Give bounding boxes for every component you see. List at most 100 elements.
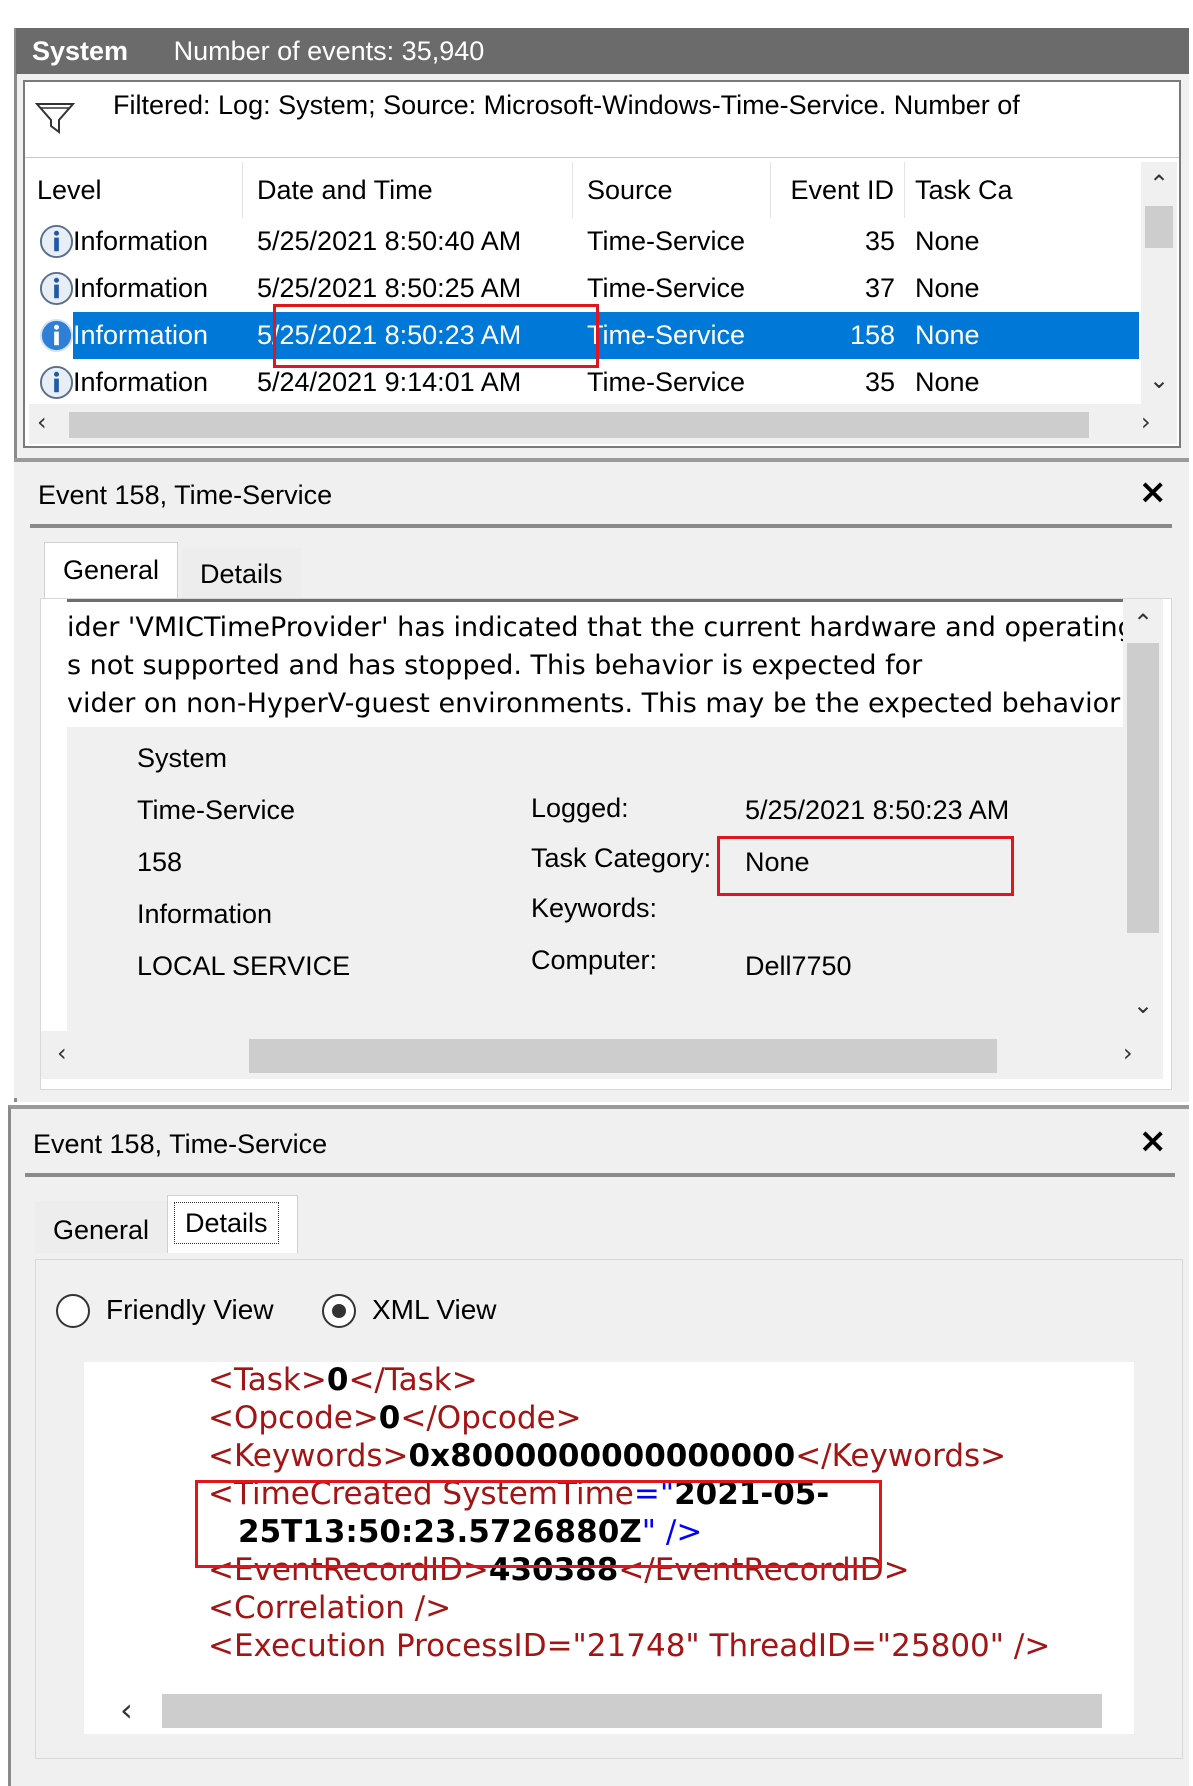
xml-equals: =" bbox=[633, 1476, 675, 1512]
table-row[interactable]: Information 5/25/2021 8:50:25 AM Time-Se… bbox=[29, 265, 1139, 312]
cell-task-category: None bbox=[915, 226, 980, 256]
tab-details[interactable]: Details bbox=[182, 548, 301, 598]
close-icon[interactable]: × bbox=[1139, 1121, 1168, 1161]
xml-line-correlation: <Correlation /> bbox=[208, 1590, 451, 1626]
scroll-left-arrow-icon[interactable]: ‹ bbox=[57, 1041, 67, 1065]
event-list-frame: Filtered: Log: System; Source: Microsoft… bbox=[23, 80, 1181, 448]
value-user: LOCAL SERVICE bbox=[137, 951, 351, 981]
friendly-view-radio[interactable] bbox=[56, 1294, 90, 1328]
event-detail-general-pane: Event 158, Time-Service × General Detail… bbox=[14, 458, 1189, 1098]
divider bbox=[25, 1173, 1175, 1177]
xml-line-timecreated-cont: 25T13:50:23.5726880Z" /> bbox=[238, 1514, 702, 1550]
column-header-task-category[interactable]: Task Ca bbox=[905, 162, 1139, 218]
detail-title: Event 158, Time-Service bbox=[33, 1129, 328, 1159]
table-row[interactable]: Information 5/25/2021 8:50:40 AM Time-Se… bbox=[29, 218, 1139, 265]
cell-source: Time-Service bbox=[587, 226, 746, 256]
scrollbar-thumb[interactable] bbox=[1145, 206, 1173, 248]
tab-details[interactable]: Details bbox=[167, 1195, 298, 1253]
xml-tag: </Opcode> bbox=[400, 1400, 582, 1436]
scrollbar-thumb[interactable] bbox=[69, 412, 1089, 438]
xml-tag: </Keywords> bbox=[795, 1438, 1007, 1474]
scroll-left-arrow-icon[interactable]: ‹ bbox=[120, 1694, 133, 1726]
cell-datetime: 5/25/2021 8:50:40 AM bbox=[257, 226, 522, 256]
xml-line-keywords: <Keywords>0x8000000000000000</Keywords> bbox=[208, 1438, 1006, 1474]
xml-tag-close: /> bbox=[656, 1514, 703, 1550]
information-icon bbox=[39, 271, 74, 306]
xml-tag: <Opcode> bbox=[208, 1400, 379, 1436]
cell-event-id: 37 bbox=[864, 273, 895, 303]
detail-title: Event 158, Time-Service bbox=[38, 480, 333, 510]
xml-tag: <TimeCreated bbox=[208, 1476, 433, 1512]
xml-attribute: SystemTime bbox=[432, 1476, 634, 1512]
general-horizontal-scrollbar[interactable]: ‹ › bbox=[41, 1031, 1163, 1079]
event-properties: System Time-Service 158 Information LOCA… bbox=[67, 727, 1149, 1031]
scroll-down-arrow-icon[interactable]: ⌄ bbox=[1133, 993, 1153, 1017]
xml-view-label[interactable]: XML View bbox=[372, 1294, 497, 1326]
message-line: vider on non-HyperV-guest environments. … bbox=[67, 688, 1149, 719]
xml-tag: <Execution ProcessID="21748" ThreadID="2… bbox=[208, 1628, 1051, 1664]
cell-event-id: 35 bbox=[864, 226, 895, 256]
scroll-up-arrow-icon[interactable]: ⌃ bbox=[1149, 172, 1169, 196]
message-line: ider 'VMICTimeProvider' has indicated th… bbox=[67, 612, 1135, 643]
scroll-down-arrow-icon[interactable]: ⌄ bbox=[1149, 368, 1169, 392]
details-tab-content: Friendly View XML View <Task>0</Task> <O… bbox=[35, 1259, 1183, 1759]
cell-level: Information bbox=[73, 320, 209, 350]
scroll-up-arrow-icon[interactable]: ⌃ bbox=[1133, 611, 1153, 635]
information-icon bbox=[39, 318, 74, 353]
cell-level: Information bbox=[73, 226, 209, 256]
table-row[interactable]: Information 5/24/2021 9:14:01 AM Time-Se… bbox=[29, 359, 1139, 404]
cell-level: Information bbox=[73, 273, 209, 303]
xml-tag: <Keywords> bbox=[208, 1438, 409, 1474]
log-header: System Number of events: 35,940 bbox=[16, 28, 1189, 74]
column-header-level[interactable]: Level bbox=[29, 162, 243, 218]
xml-quote: " bbox=[641, 1514, 657, 1550]
xml-line-execution-partial: <Execution ProcessID="21748" ThreadID="2… bbox=[208, 1628, 1050, 1664]
xml-line-task: <Task>0</Task> bbox=[208, 1362, 478, 1398]
label-logged: Logged: bbox=[531, 793, 629, 823]
tab-details-label: Details bbox=[174, 1202, 279, 1244]
event-list-horizontal-scrollbar[interactable]: ‹ › bbox=[29, 404, 1177, 444]
value-event-id: 158 bbox=[137, 847, 183, 877]
xml-tag: </EventRecordID> bbox=[618, 1552, 910, 1588]
column-header-date-time[interactable]: Date and Time bbox=[243, 162, 573, 218]
cell-datetime: 5/25/2021 8:50:23 AM bbox=[257, 320, 522, 350]
funnel-icon bbox=[35, 103, 75, 134]
general-vertical-scrollbar[interactable]: ⌃ ⌄ bbox=[1123, 599, 1163, 1031]
general-tab-content: ider 'VMICTimeProvider' has indicated th… bbox=[40, 598, 1172, 1090]
cell-source: Time-Service bbox=[587, 273, 746, 303]
filter-bar: Filtered: Log: System; Source: Microsoft… bbox=[25, 82, 1179, 158]
xml-view-radio[interactable] bbox=[322, 1294, 356, 1328]
information-icon bbox=[39, 365, 74, 400]
event-detail-xml-pane: Event 158, Time-Service × General Detail… bbox=[8, 1105, 1189, 1786]
column-header-source[interactable]: Source bbox=[573, 162, 771, 218]
scrollbar-thumb[interactable] bbox=[249, 1039, 997, 1073]
xml-horizontal-scrollbar[interactable]: ‹ bbox=[84, 1686, 1134, 1734]
tab-general[interactable]: General bbox=[44, 542, 179, 598]
column-header-event-id[interactable]: Event ID bbox=[771, 162, 905, 218]
tab-general[interactable]: General bbox=[35, 1201, 168, 1253]
cell-event-id: 35 bbox=[864, 367, 895, 397]
message-line: s not supported and has stopped. This be… bbox=[67, 650, 923, 681]
xml-tag: <EventRecordID> bbox=[208, 1552, 489, 1588]
close-icon[interactable]: × bbox=[1139, 472, 1168, 512]
event-message[interactable]: ider 'VMICTimeProvider' has indicated th… bbox=[67, 599, 1149, 727]
xml-value: 0x8000000000000000 bbox=[408, 1438, 796, 1474]
filter-description: Filtered: Log: System; Source: Microsoft… bbox=[113, 90, 1020, 120]
table-row-selected[interactable]: Information 5/25/2021 8:50:23 AM Time-Se… bbox=[73, 312, 1139, 359]
scroll-left-arrow-icon[interactable]: ‹ bbox=[37, 410, 47, 434]
radio-selected-dot bbox=[332, 1304, 346, 1318]
xml-line-opcode: <Opcode>0</Opcode> bbox=[208, 1400, 582, 1436]
event-list-vertical-scrollbar[interactable]: ⌃ ⌄ bbox=[1141, 162, 1177, 404]
events-table[interactable]: Level Date and Time Source Event ID Task… bbox=[29, 162, 1139, 404]
xml-value: 0 bbox=[326, 1362, 349, 1398]
scroll-right-arrow-icon[interactable]: › bbox=[1123, 1041, 1133, 1065]
value-computer: Dell7750 bbox=[745, 951, 852, 981]
scroll-right-arrow-icon[interactable]: › bbox=[1141, 410, 1151, 434]
label-computer: Computer: bbox=[531, 945, 658, 975]
cell-source: Time-Service bbox=[587, 320, 746, 350]
cell-datetime: 5/25/2021 8:50:25 AM bbox=[257, 273, 522, 303]
scrollbar-thumb[interactable] bbox=[162, 1694, 1102, 1728]
scrollbar-thumb[interactable] bbox=[1127, 643, 1159, 933]
friendly-view-label[interactable]: Friendly View bbox=[106, 1294, 274, 1326]
xml-text-view[interactable]: <Task>0</Task> <Opcode>0</Opcode> <Keywo… bbox=[84, 1362, 1134, 1686]
